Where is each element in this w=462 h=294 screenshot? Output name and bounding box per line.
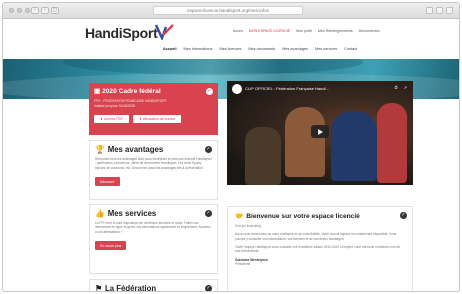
services-heading: 👍 Mes services	[95, 209, 157, 218]
services-button[interactable]: En savoir plus	[95, 241, 127, 251]
play-button[interactable]	[311, 125, 329, 138]
handshake-icon: 🤝	[235, 213, 244, 220]
nav-mes-informations[interactable]: Mes informations	[184, 47, 213, 51]
check-icon: ✓	[400, 212, 407, 219]
welcome-heading: 🤝 Bienvenue sur votre espace licencié	[235, 212, 360, 221]
welcome-paragraph-2: Toute l'équipe Handisport vous souhaite …	[235, 244, 401, 254]
welcome-role: Présidente	[235, 262, 251, 267]
browser-titlebar: ‹ › ▢ espace-licencie.handisport.org/mes-i…	[3, 3, 459, 19]
federation-heading: ⚑ La Fédération	[95, 284, 157, 292]
check-icon: ✓	[205, 146, 212, 153]
browser-window: ‹ › ▢ espace-licencie.handisport.org/mes-i…	[2, 2, 460, 292]
trophy-icon: 🏆	[95, 145, 105, 154]
top-links: Accès MON ESPACE LICENCIÉ Mon profil Mes…	[233, 29, 380, 33]
avantages-text: Retrouvez tous les avantages dont vous b…	[95, 157, 212, 170]
license-title: ▣ 2020 Cadre fédéral	[94, 88, 161, 95]
nav-mes-avantages[interactable]: Mes avantages	[282, 47, 308, 51]
welcome-paragraph-1: Nous vous remercions de votre confiance …	[235, 232, 397, 241]
window-controls[interactable]	[9, 8, 30, 13]
services-text: La FFH met à votre disposition de nombre…	[95, 221, 211, 234]
handisport-logo[interactable]: HandiSport	[85, 25, 158, 41]
top-link-deconnexion[interactable]: Déconnexion	[359, 29, 380, 33]
welcome-card: 🤝 Bienvenue sur votre espace licencié Ch…	[227, 206, 413, 291]
license-details: FFH - FEDERATION FRANCAISE HANDISPORT Va…	[94, 99, 167, 108]
top-link-acces[interactable]: Accès	[233, 29, 243, 33]
browser-nav-buttons[interactable]: ‹ › ▢	[31, 7, 59, 14]
nav-mes-documents[interactable]: Mes documents	[248, 47, 275, 51]
handisport-logo-mark-icon	[154, 24, 174, 40]
channel-logo-icon	[232, 84, 242, 94]
avantages-button[interactable]: Découvrir	[95, 177, 120, 187]
license-card: ▣ 2020 Cadre fédéral FFH - FEDERATION FR…	[89, 83, 218, 135]
dashboard-content: ▣ 2020 Cadre fédéral FFH - FEDERATION FR…	[3, 77, 459, 292]
watch-later-icon[interactable]: ⏱	[395, 85, 398, 90]
check-icon: ✓	[205, 285, 212, 291]
share-icon[interactable]: ↗	[404, 85, 407, 90]
license-pdf-button[interactable]: ⬇ Licence PDF	[94, 115, 130, 123]
top-link-espace[interactable]: MON ESPACE LICENCIÉ	[249, 29, 290, 33]
video-player[interactable]: CLIP OFFICIEL : Fédération Française Han…	[227, 81, 413, 185]
attestation-button[interactable]: ⬇ Attestation de licence	[133, 115, 182, 123]
nav-mes-services[interactable]: Mes services	[315, 47, 337, 51]
url-bar[interactable]: espace-licencie.handisport.org/mes-infos	[153, 6, 303, 15]
site-header: HandiSport Accès MON ESPACE LICENCIÉ Mon…	[3, 19, 459, 59]
federation-card: ⚑ La Fédération ✓	[89, 279, 218, 292]
browser-toolbar-icons[interactable]	[426, 7, 453, 14]
main-nav: Accueil Mes informations Mes licences Me…	[163, 47, 357, 51]
federation-logo-icon: ⚑	[95, 284, 102, 292]
welcome-greeting: Cher(e) licencié(e),	[235, 224, 263, 228]
avantages-heading: 🏆 Mes avantages	[95, 145, 164, 154]
services-card: 👍 Mes services La FFH met à votre dispos…	[89, 204, 218, 274]
nav-contact[interactable]: Contact	[344, 47, 357, 51]
nav-accueil[interactable]: Accueil	[163, 47, 177, 51]
avantages-card: 🏆 Mes avantages Retrouvez tous les avant…	[89, 140, 218, 200]
check-icon: ✓	[205, 210, 212, 217]
thumbs-up-icon: 👍	[95, 209, 105, 218]
nav-mes-licences[interactable]: Mes licences	[219, 47, 241, 51]
top-link-renseignements[interactable]: Mes Renseignements	[318, 29, 353, 33]
check-icon: ✓	[206, 88, 213, 95]
video-title[interactable]: CLIP OFFICIEL : Fédération Française Han…	[245, 86, 329, 91]
top-link-profil[interactable]: Mon profil	[296, 29, 312, 33]
